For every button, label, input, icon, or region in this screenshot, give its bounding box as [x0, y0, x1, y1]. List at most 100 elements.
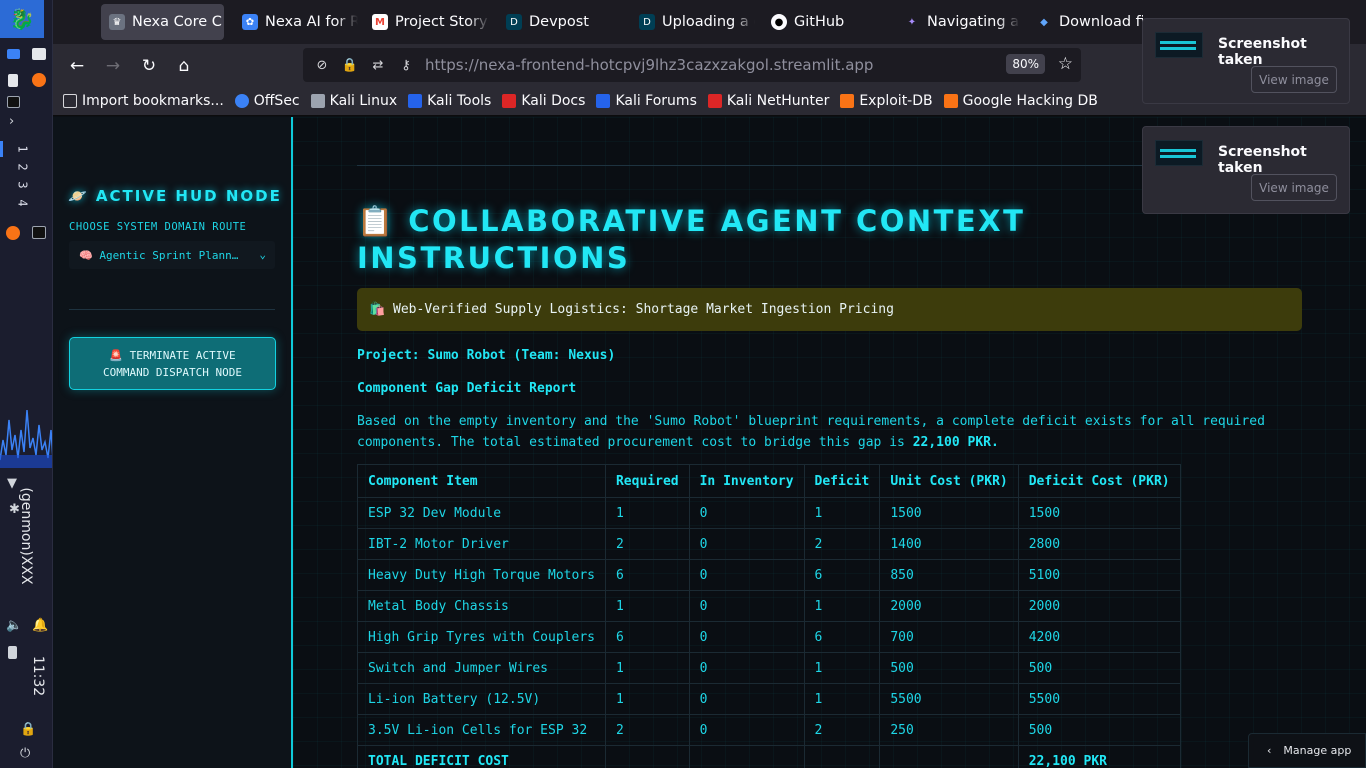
permissions-icon[interactable]: ⇄ [369, 58, 387, 73]
firefox-window-icon[interactable] [6, 226, 20, 240]
cell: 1 [604, 652, 690, 684]
bookmark-label: Kali Forums [615, 92, 697, 109]
workspace-3[interactable]: 3 [16, 181, 30, 188]
view-image-button[interactable]: View image [1251, 174, 1337, 201]
toast-title: Screenshot taken [1218, 144, 1307, 176]
cell: 2800 [1017, 528, 1181, 560]
zoom-level-badge[interactable]: 80% [1006, 54, 1045, 74]
tab-download[interactable]: ◆ Download fil [1028, 4, 1143, 40]
cell: 5100 [1017, 559, 1181, 591]
terminal-window-icon[interactable] [32, 226, 46, 239]
kali-menu-icon[interactable]: 🐉 [0, 0, 44, 38]
screenshot-toast[interactable]: Screenshot taken View image [1142, 126, 1350, 214]
cell: 4200 [1017, 621, 1181, 653]
volume-icon[interactable]: 🔈 [6, 618, 22, 633]
tab-uploading[interactable]: D Uploading a d [631, 4, 755, 40]
firefox-icon[interactable] [32, 73, 46, 87]
cpu-graph-icon [0, 409, 52, 468]
bookmark-import[interactable]: Import bookmarks... [63, 93, 224, 109]
terminate-node-button[interactable]: 🚨 TERMINATE ACTIVE COMMAND DISPATCH NODE [69, 337, 276, 390]
github-icon: ● [771, 14, 787, 30]
crown-icon: ♛ [109, 14, 125, 30]
cell: 850 [879, 559, 1019, 591]
notification-bell-icon[interactable]: 🔔 [32, 618, 48, 633]
cell: 1500 [1017, 497, 1181, 529]
forward-arrow-icon[interactable]: → [102, 55, 124, 77]
bookmark-label: OffSec [253, 92, 300, 109]
tab-project-story[interactable]: M Project Story [364, 4, 490, 40]
cell [688, 745, 805, 768]
reload-icon[interactable]: ↻ [138, 55, 160, 77]
tab-fade [336, 4, 358, 40]
table-row: ESP 32 Dev Module 1 0 1 1500 1500 [357, 497, 1181, 529]
bookmark-offsec[interactable]: OffSec [234, 92, 300, 109]
manage-app-button[interactable]: ‹ Manage app [1248, 733, 1366, 768]
address-bar[interactable]: ⊘ 🔒 ⇄ ⚷ https://nexa-frontend-hotcpvj9lh… [303, 48, 1081, 82]
sidebar-title: 🪐 ACTIVE HUD NODE [68, 187, 282, 205]
tab-devpost[interactable]: D Devpost [498, 4, 624, 40]
view-image-button[interactable]: View image [1251, 66, 1337, 93]
show-desktop-icon[interactable] [7, 49, 20, 59]
lock-icon[interactable]: 🔒 [341, 58, 359, 73]
bookmark-exploit-db[interactable]: Exploit-DB [840, 93, 933, 109]
table-header-row: Component Item Required In Inventory Def… [357, 464, 1181, 498]
workspace-4[interactable]: 4 [16, 199, 30, 206]
cell: 6 [604, 559, 690, 591]
cell: High Grip Tyres with Couplers [357, 621, 606, 653]
bookmark-google-hacking-db[interactable]: Google Hacking DB [943, 93, 1098, 109]
cell [879, 745, 1019, 768]
col-header: Component Item [357, 464, 606, 498]
url-text[interactable]: https://nexa-frontend-hotcpvj9lhz3cazxza… [425, 56, 873, 74]
terminal-icon[interactable] [7, 96, 20, 108]
text-editor-icon[interactable] [8, 74, 18, 87]
table-row: Li-ion Battery (12.5V) 1 0 1 5500 5500 [357, 683, 1181, 715]
tab-github[interactable]: ● GitHub [763, 4, 889, 40]
lock-screen-icon[interactable]: 🔒 [20, 722, 36, 737]
file-manager-icon[interactable] [32, 48, 46, 60]
cell: Switch and Jumper Wires [357, 652, 606, 684]
expand-chevron-icon[interactable]: › [9, 114, 14, 129]
cell: 500 [1017, 714, 1181, 746]
home-icon[interactable]: ⌂ [173, 55, 195, 77]
tab-label: GitHub [794, 14, 845, 30]
cell: 500 [1017, 652, 1181, 684]
cell: 6 [803, 621, 881, 653]
bookmark-kali-docs[interactable]: Kali Docs [502, 93, 585, 109]
os-taskbar: 🐉 › 1 2 3 4 ▼ ✱ (genmon)XXX 🔈 🔔 11:32 🔒 … [0, 0, 53, 768]
screenshot-thumbnail[interactable] [1155, 140, 1203, 166]
clock-time[interactable]: 11:32 [30, 656, 46, 696]
tab-nexa-ai[interactable]: ✿ Nexa AI for Re [234, 4, 358, 40]
cell [604, 745, 690, 768]
col-header: Deficit [803, 464, 881, 498]
wifi-icon[interactable]: ▼ [7, 476, 17, 491]
power-icon[interactable]: ⏻ [20, 746, 30, 761]
bookmark-label: Kali Tools [427, 92, 492, 109]
tab-navigating[interactable]: ✦ Navigating a S [896, 4, 1020, 40]
key-icon[interactable]: ⚷ [397, 58, 415, 73]
cell: 1500 [879, 497, 1019, 529]
screenshot-toast[interactable]: Screenshot taken View image [1142, 18, 1350, 104]
bookmark-kali-nethunter[interactable]: Kali NetHunter [707, 93, 829, 109]
deficit-table: Component Item Required In Inventory Def… [357, 464, 1181, 768]
tab-label: Download fil [1059, 14, 1143, 30]
tab-nexa-core[interactable]: ♛ Nexa Core C ✕ [101, 4, 224, 40]
manage-app-label: Manage app [1283, 744, 1352, 757]
cell: 5500 [1017, 683, 1181, 715]
heart-icon: ◆ [1040, 16, 1048, 28]
cell: 0 [688, 559, 805, 591]
summary-text: Based on the empty inventory and the 'Su… [357, 414, 1265, 450]
cell: 3.5V Li-ion Cells for ESP 32 [357, 714, 606, 746]
bookmark-kali-linux[interactable]: Kali Linux [310, 93, 397, 109]
tracking-protection-icon[interactable]: ⊘ [313, 58, 331, 73]
cell: 1 [604, 590, 690, 622]
domain-route-select[interactable]: 🧠 Agentic Sprint Plann… ⌄ [69, 241, 275, 269]
bookmark-kali-forums[interactable]: Kali Forums [596, 92, 697, 109]
workspace-1[interactable]: 1 [16, 145, 30, 152]
ghdb-icon [943, 93, 958, 108]
bookmark-kali-tools[interactable]: Kali Tools [408, 93, 491, 109]
cell: 0 [688, 652, 805, 684]
screenshot-thumbnail[interactable] [1155, 32, 1203, 58]
workspace-2[interactable]: 2 [16, 163, 30, 170]
back-arrow-icon[interactable]: ← [66, 55, 88, 77]
bookmark-star-icon[interactable]: ☆ [1058, 54, 1073, 74]
